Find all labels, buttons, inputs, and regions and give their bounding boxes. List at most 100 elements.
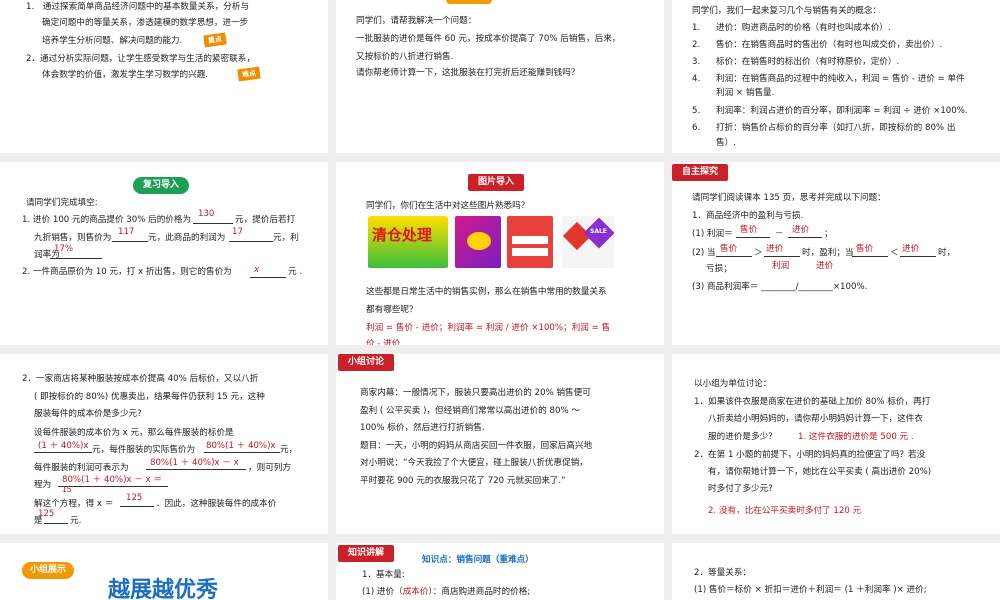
answer-2: 2. 没有，比在公平买卖时多付了 120 元 xyxy=(708,506,862,516)
discount-sticker xyxy=(467,232,491,250)
problem-line: 请你帮老师计算一下，这批服装在打完折后还能赚到钱吗？ xyxy=(356,68,580,78)
question-line: 八折卖给小明妈妈的，请你帮小明妈妈计算一下，这件衣 xyxy=(708,414,923,424)
knowledge-point: 知识点：销售问题（重难点） xyxy=(422,555,534,565)
example-line: ( 即按标价的 80%) 优惠卖出，结果每件仍获利 15 元，这种 xyxy=(34,392,265,402)
answer-17: 17 xyxy=(232,227,243,237)
answer-selling-price: 售价 xyxy=(856,244,874,254)
concept-number: 5. xyxy=(692,106,701,116)
blank-line xyxy=(716,256,752,257)
panel-separator xyxy=(664,0,672,600)
explore-line: (2) 当 xyxy=(692,248,716,258)
answer-17-percent: 17% xyxy=(54,244,74,254)
blank-line xyxy=(34,452,92,453)
concept-text: 标价：在销售时的标出价（有时称原价，定价）. xyxy=(716,57,900,67)
discussion-line: 100% 标价，然后进行打折销售. xyxy=(360,423,485,433)
concept-number: 2. xyxy=(692,40,701,50)
blank-line xyxy=(193,223,233,224)
concept-number: 1. xyxy=(692,23,701,33)
sale-label: SALE xyxy=(590,228,607,235)
example-line: 元. xyxy=(70,516,82,526)
explore-line: (1) 利润＝ xyxy=(692,229,733,239)
review-line: 元，提价后若打 xyxy=(235,215,296,225)
pictures-formula: 价 - 进价 xyxy=(366,339,401,345)
difficulty-badge: 难点 xyxy=(237,66,261,82)
problem-line: 一批服装的进价是每件 60 元，按成本价提高了 70% 后销售，后来， xyxy=(356,34,621,44)
answer-cost-price: 进价 xyxy=(816,261,834,271)
concept-text: 打折：销售价占标价的百分率（如打八折，即按标价的 80% 出 xyxy=(716,123,956,133)
answer-cost-price: 进价 xyxy=(766,244,784,254)
concept-text: 售价：在销售商品时的售出价（有时也叫成交价，卖出价）. xyxy=(716,40,943,50)
answer-selling-price: 售价 xyxy=(720,244,738,254)
panel-separator xyxy=(328,0,336,600)
question-line: 服的进价是多少？ xyxy=(708,432,777,442)
pictures-line: 这些都是日常生活中的销售实例，那么在销售中常用的数量关系 xyxy=(366,287,607,297)
concept-text: 利润 × 销售量. xyxy=(716,88,775,98)
semicolon: ； xyxy=(824,229,833,239)
blank-line xyxy=(120,506,154,507)
objective-1-line: 培养学生分析问题、解决问题的能力. xyxy=(42,36,183,46)
review-line: 2. 一件商品原价为 10 元，打 x 折出售，则它的售价为 xyxy=(22,267,232,277)
objective-1-line: 1. 通过探索简单商品经济问题中的基本数量关系，分析与 xyxy=(26,2,250,12)
pictures-tag: 图片导入 xyxy=(468,174,525,191)
concept-number: 4. xyxy=(692,74,701,84)
knowledge-tag: 知识讲解 xyxy=(338,545,395,562)
answer-cost-price: 进价 xyxy=(792,225,810,235)
coupon-strip xyxy=(512,248,548,256)
answer-sale-price: 80%(1 ＋ 40%)x xyxy=(206,441,276,451)
blank-line xyxy=(764,256,800,257)
explore-line: (3) 商品利润率＝ ________/________×100%. xyxy=(692,282,868,292)
panel-separator xyxy=(0,153,1000,162)
slogan-title: 越展越优秀 xyxy=(108,578,219,600)
blank-line xyxy=(229,241,273,242)
answer-equation-rhs: 15 xyxy=(62,485,72,494)
answer-cost-price: 进价 xyxy=(902,244,920,254)
self-explore-tag: 自主探究 xyxy=(672,164,729,181)
promo-image-discount xyxy=(455,216,501,268)
knowledge-line: (1) 进价（成本价）：商店购进商品时的价格; xyxy=(362,587,531,597)
blank-line xyxy=(250,277,286,278)
blank-line xyxy=(112,241,148,242)
explore-prompt: 请同学们阅读课本 135 页，思考并完成以下问题： xyxy=(692,193,886,203)
question-line: 时多付了多少元? xyxy=(708,484,773,494)
answer-profit: 利润 xyxy=(772,261,790,271)
problem-line: 又按标价的八折进行销售. xyxy=(356,52,454,62)
question-line: 2．在第 1 小题的前提下，小明的妈妈真的捡便宜了吗？若没 xyxy=(694,450,926,460)
group-discussion-tag: 小组讨论 xyxy=(338,354,395,371)
blank-line xyxy=(900,256,936,257)
answer-selling-price: 售价 xyxy=(740,225,758,235)
equation-heading: 2．等量关系： xyxy=(694,568,752,578)
blank-line xyxy=(736,237,770,238)
equation-line: (1) 售价＝标价 × 折扣＝进价＋利润＝ (1 ＋利润率 )× 进价; xyxy=(694,585,927,595)
pictures-question: 同学们，你们在生活中对这些图片熟悉吗？ xyxy=(366,201,530,211)
review-line: 元，利 xyxy=(273,233,299,243)
explore-line: 时，盈利；当 xyxy=(802,248,854,258)
question-line: 1．如果该件衣服是商家在进价的基础上加价 80% 标价，再打 xyxy=(694,397,931,407)
answer-1: 1. 这件衣服的进价是 500 元 . xyxy=(798,432,914,442)
answer-x-value: 125 xyxy=(126,493,143,503)
concept-number: 6. xyxy=(692,123,701,133)
questions-intro: 以小组为单位讨论： xyxy=(694,379,772,389)
section-tag xyxy=(446,0,492,4)
discussion-line: 盈利 ( 公平买卖 )，但经销商们常常以高出进价的 80% ～ xyxy=(360,406,580,416)
example-line: 2．一家商店将某种服装按成本价提高 40% 后标价，又以八折 xyxy=(22,374,259,384)
answer-cost: 125 xyxy=(38,509,55,519)
review-prompt: 请同学们完成填空: xyxy=(26,198,98,208)
blank-line xyxy=(204,452,280,453)
concept-number: 3. xyxy=(692,57,701,67)
group-show-tag: 小组展示 xyxy=(22,562,75,579)
example-line: 程为 xyxy=(34,480,52,490)
review-line: 元，此商品的利润为 xyxy=(148,233,226,243)
discussion-line: 平时要花 900 元的衣服我只花了 720 元就买回来了.” xyxy=(360,476,566,486)
panel-separator xyxy=(0,534,1000,543)
explore-line: 时， xyxy=(938,248,956,258)
answer-117: 117 xyxy=(118,227,135,237)
answer-profit-expr: 80%(1 ＋ 40%)x － x xyxy=(150,458,239,468)
coupon-strip xyxy=(512,236,548,244)
example-line: ，则可列方 xyxy=(248,463,291,473)
example-line: ．因此，这种服装每件的成本价 xyxy=(156,499,277,509)
minus-sign: － xyxy=(775,229,784,239)
key-point-badge: 重点 xyxy=(203,32,227,48)
discussion-line: 商家内幕：一般情况下，服装只要高出进价的 20% 销售便可 xyxy=(360,388,591,398)
greater-than: ＞ xyxy=(754,248,763,258)
problem-line: 同学们，请帮我解决一个问题： xyxy=(356,16,477,26)
